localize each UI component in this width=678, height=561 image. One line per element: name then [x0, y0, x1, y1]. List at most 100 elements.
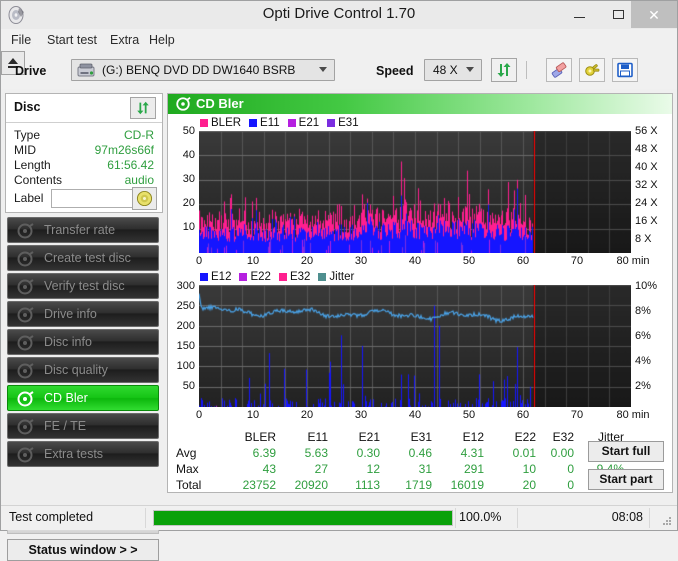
jitter-ytick-100: 100 — [176, 360, 195, 372]
stats-avg-e32: 0.00 — [550, 446, 574, 460]
progress-percent: 100.0% — [459, 510, 502, 524]
bler-plot-area[interactable] — [199, 131, 631, 253]
status-window-button[interactable]: Status window > > — [7, 539, 159, 561]
disc-value-type: CD-R — [124, 128, 154, 142]
progress-bar-fill — [154, 511, 452, 525]
bler-xtick-30: 30 — [354, 255, 368, 267]
stats-max-e21: 12 — [366, 462, 380, 476]
stats-max-bler: 43 — [262, 462, 276, 476]
stats-total-e12: 16019 — [450, 478, 484, 492]
legend-swatch-jitter — [318, 273, 327, 281]
label-input[interactable] — [51, 189, 133, 208]
sidebar-item-verify-test-disc[interactable]: Verify test disc — [7, 273, 159, 299]
progress-bar — [153, 510, 453, 526]
toolbar-separator — [526, 61, 527, 79]
eraser-icon — [551, 62, 567, 78]
minimize-button[interactable] — [560, 1, 599, 28]
sidebar-label: Verify test disc — [44, 279, 125, 293]
sidebar-label: Create test disc — [44, 251, 131, 265]
chart-panel: CD Bler BLER E11 E21 E31 50 40 30 20 10 … — [167, 93, 673, 493]
stats-avg-e12: 4.31 — [460, 446, 484, 460]
sidebar-item-fe-te[interactable]: FE / TE — [7, 413, 159, 439]
bler-xtick-60: 60 — [516, 255, 530, 267]
maximize-icon — [613, 10, 624, 19]
sidebar-item-drive-info[interactable]: Drive info — [7, 301, 159, 327]
legend-label-jitter: Jitter — [329, 271, 355, 283]
jitter-chart-legend: E12 E22 E32 Jitter — [200, 271, 359, 283]
jitter-plot-area[interactable] — [199, 285, 631, 407]
legend-item-bler: BLER — [200, 117, 241, 129]
menu-item-help[interactable]: Help — [145, 32, 179, 48]
bler-ytick-40: 40 — [182, 149, 195, 161]
legend-item-e31: E31 — [327, 117, 359, 129]
save-button[interactable] — [612, 58, 638, 82]
bler-xtick-40: 40 — [408, 255, 422, 267]
refresh-button[interactable] — [491, 58, 517, 82]
bler-rtick-40x: 40 X — [635, 161, 658, 173]
legend-label-e21: E21 — [298, 117, 320, 129]
gear-disc-icon — [16, 418, 35, 436]
jitter-ytick-200: 200 — [176, 320, 195, 332]
label-disc-button[interactable] — [132, 187, 157, 210]
bler-rtick-32x: 32 X — [635, 179, 658, 191]
speed-select[interactable]: 48 X — [424, 59, 482, 81]
gear-disc-icon — [16, 390, 35, 408]
menu-item-file[interactable]: File — [7, 32, 35, 48]
sidebar-item-cd-bler[interactable]: CD Bler — [7, 385, 159, 411]
refresh-icon — [497, 63, 511, 77]
cd-disc-icon — [136, 190, 153, 207]
legend-swatch-e31 — [327, 119, 336, 127]
menu-bar: File Start test Extra Help — [1, 29, 677, 51]
speed-label: Speed — [376, 64, 414, 78]
toolbar: Drive (G:) BENQ DVD DD DW1640 BSRB Speed — [1, 51, 677, 89]
sidebar-item-transfer-rate[interactable]: Transfer rate — [7, 217, 159, 243]
start-part-button[interactable]: Start part — [588, 469, 664, 490]
drive-icon — [77, 63, 95, 79]
stats-row-label-avg: Avg — [176, 446, 197, 460]
erase-button[interactable] — [546, 58, 572, 82]
stats-row-label-total: Total — [176, 478, 202, 492]
refresh-icon — [137, 101, 149, 115]
chevron-down-icon — [466, 67, 474, 72]
jitter-rtick-2pct: 2% — [635, 380, 651, 392]
legend-label-e22: E22 — [250, 271, 271, 283]
legend-label-e12: E12 — [211, 271, 232, 283]
close-button[interactable]: ✕ — [631, 1, 677, 28]
sidebar-item-create-test-disc[interactable]: Create test disc — [7, 245, 159, 271]
disc-refresh-button[interactable] — [130, 97, 156, 119]
jitter-xtick-50: 50 — [462, 409, 476, 421]
sidebar-item-extra-tests[interactable]: Extra tests — [7, 441, 159, 467]
gear-disc-icon — [16, 222, 35, 240]
disc-key-mid: MID — [14, 143, 36, 157]
legend-label-e32: E32 — [289, 271, 311, 283]
settings-button[interactable] — [579, 58, 605, 82]
start-full-button[interactable]: Start full — [588, 441, 664, 462]
drive-select[interactable]: (G:) BENQ DVD DD DW1640 BSRB — [71, 59, 335, 81]
disc-row-mid: MID 97m26s66f — [6, 143, 162, 158]
jitter-rtick-6pct: 6% — [635, 330, 651, 342]
bler-xtick-10: 10 — [246, 255, 260, 267]
sidebar-item-disc-info[interactable]: Disc info — [7, 329, 159, 355]
plug-icon — [585, 64, 600, 76]
drive-label: Drive — [15, 64, 47, 78]
stats-col-e12: E12 — [462, 430, 484, 444]
stats-avg-e31: 0.46 — [408, 446, 432, 460]
menu-item-start-test[interactable]: Start test — [43, 32, 101, 48]
resize-grip[interactable] — [661, 515, 673, 527]
bler-xtick-80: 80 min — [616, 255, 650, 267]
jitter-xtick-30: 30 — [354, 409, 368, 421]
stats-max-e32: 0 — [567, 462, 574, 476]
legend-item-e22: E22 — [239, 271, 271, 283]
sidebar-item-disc-quality[interactable]: Disc quality — [7, 357, 159, 383]
stats-col-e31: E31 — [410, 430, 432, 444]
gear-disc-icon — [16, 250, 35, 268]
stats-row-label-max: Max — [176, 462, 199, 476]
jitter-ytick-300: 300 — [176, 280, 195, 292]
gear-disc-icon — [16, 446, 35, 464]
disc-panel-title: Disc — [14, 100, 41, 114]
status-divider-1 — [145, 508, 146, 528]
status-divider-2 — [455, 508, 456, 528]
legend-swatch-e11 — [249, 119, 258, 127]
bler-rtick-8x: 8 X — [635, 233, 652, 245]
menu-item-extra[interactable]: Extra — [106, 32, 143, 48]
